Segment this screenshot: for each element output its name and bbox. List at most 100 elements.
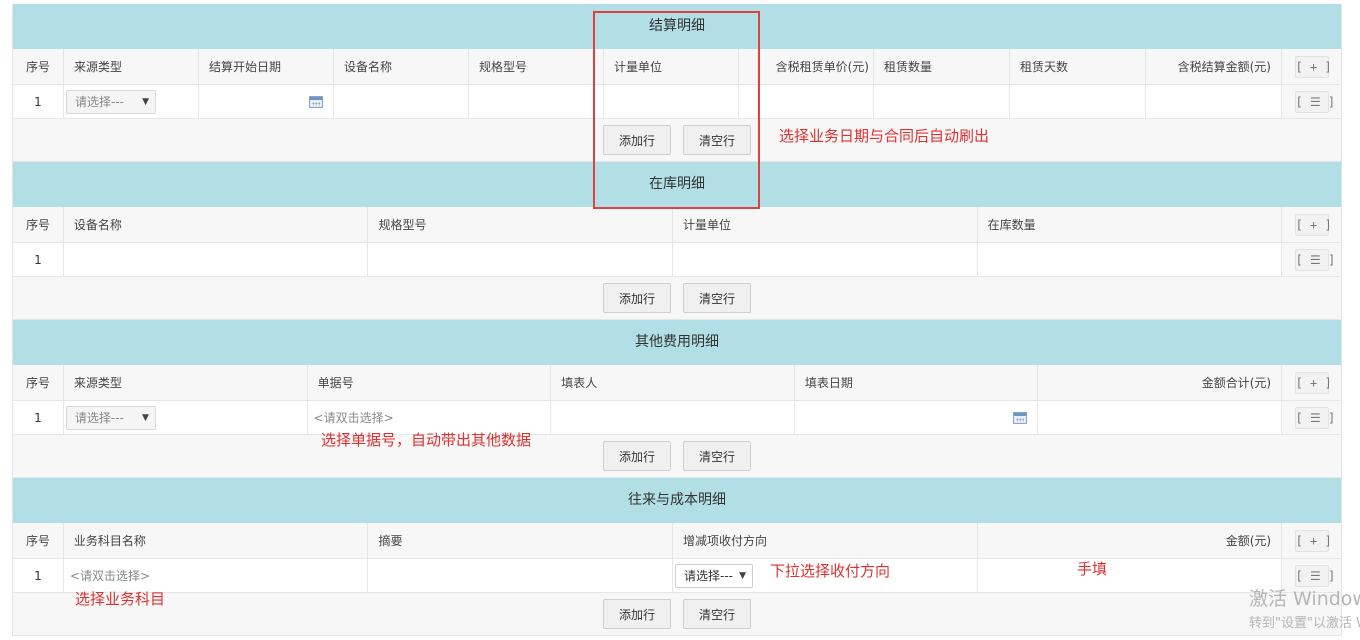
source-type-select[interactable]: 请选择--- ▼ <box>66 89 156 114</box>
col-stock-qty: 在库数量 <box>977 207 1283 243</box>
col-tools: [ + ] <box>1282 49 1341 85</box>
col-device-name: 设备名称 <box>63 207 369 243</box>
row-menu-button[interactable]: [ ☰ ] <box>1294 248 1335 271</box>
quantity-cell[interactable] <box>874 85 1010 119</box>
table-row: 1 请选择--- ▼ [ ☰ ] <box>13 85 1341 119</box>
device-name-cell[interactable] <box>334 85 469 119</box>
spec-model-cell[interactable] <box>368 243 674 277</box>
total-amount-cell[interactable] <box>1038 401 1283 435</box>
stock-button-bar: 添加行 清空行 <box>13 277 1341 320</box>
amount-cell[interactable] <box>1146 85 1282 119</box>
col-amount: 金额(元) <box>977 523 1283 559</box>
col-tools: [ + ] <box>1282 365 1342 401</box>
row-index: 1 <box>13 85 64 119</box>
spec-model-cell[interactable] <box>469 85 604 119</box>
accounts-section: 往来与成本明细 序号 业务科目名称 摘要 增减项收付方向 金额(元) [ + ]… <box>13 478 1342 636</box>
watermark-subtitle: 转到"设置"以激活 Windows。 <box>1249 616 1360 631</box>
unit-cell[interactable] <box>604 85 739 119</box>
settlement-title: 结算明细 <box>13 4 1341 49</box>
table-row: 1 [ ☰ ] <box>13 243 1342 277</box>
settlement-button-bar: 添加行 清空行 <box>13 119 1341 162</box>
accounts-button-bar: 添加行 清空行 <box>13 593 1341 636</box>
stock-qty-cell[interactable] <box>977 243 1283 277</box>
stock-title: 在库明细 <box>13 162 1341 207</box>
col-device-name: 设备名称 <box>334 49 469 85</box>
accounts-clear-row-button[interactable]: 清空行 <box>683 599 751 629</box>
source-type-cell: 请选择--- ▼ <box>64 85 199 119</box>
doc-no-placeholder: <请双击选择> <box>313 411 394 425</box>
col-total-amount: 金额合计(元) <box>1038 365 1283 401</box>
col-days: 租赁天数 <box>1010 49 1146 85</box>
col-unit-price: 含税租赁单价(元) <box>739 49 874 85</box>
table-row: 1 <请双击选择> 请选择--- ▼ [ ☰ ] <box>13 559 1341 593</box>
col-source-type: 来源类型 <box>63 365 308 401</box>
other-fees-add-row-button[interactable]: 添加行 <box>603 441 671 471</box>
settlement-add-row-button[interactable]: 添加行 <box>603 125 671 155</box>
settlement-header-row: 序号 来源类型 结算开始日期 设备名称 规格型号 计量单位 含税租赁单价(元) … <box>13 49 1341 85</box>
add-column-button[interactable]: [ + ] <box>1294 371 1332 394</box>
settlement-clear-row-button[interactable]: 清空行 <box>683 125 751 155</box>
add-column-button[interactable]: [ + ] <box>1294 529 1332 552</box>
col-index: 序号 <box>13 523 64 559</box>
col-source-type: 来源类型 <box>64 49 199 85</box>
col-spec-model: 规格型号 <box>469 49 604 85</box>
col-tools: [ + ] <box>1282 523 1342 559</box>
table-row: 1 请选择--- ▼ <请双击选择> [ ☰ ] <box>13 401 1341 435</box>
add-column-button[interactable]: [ + ] <box>1294 213 1332 236</box>
source-type-select[interactable]: 请选择--- ▼ <box>65 405 156 430</box>
col-summary: 摘要 <box>368 523 674 559</box>
col-amount: 含税结算金额(元) <box>1146 49 1282 85</box>
stock-header-row: 序号 设备名称 规格型号 计量单位 在库数量 [ + ] <box>13 207 1342 243</box>
device-name-cell[interactable] <box>63 243 369 277</box>
subject-placeholder: <请双击选择> <box>69 569 151 583</box>
row-menu-button[interactable]: [ ☰ ] <box>1294 90 1335 113</box>
amount-cell[interactable] <box>977 559 1283 593</box>
col-spec-model: 规格型号 <box>368 207 674 243</box>
filler-cell[interactable] <box>551 401 795 435</box>
col-direction: 增减项收付方向 <box>673 523 978 559</box>
doc-no-annotation: 选择单据号，自动带出其他数据 <box>321 431 532 449</box>
col-index: 序号 <box>13 49 64 85</box>
row-tools: [ ☰ ] <box>1282 85 1341 119</box>
col-unit: 计量单位 <box>673 207 978 243</box>
subject-annotation: 选择业务科目 <box>75 590 166 608</box>
row-index: 1 <box>13 559 64 593</box>
add-column-button[interactable]: [ + ] <box>1294 55 1332 78</box>
chevron-down-icon: ▼ <box>739 570 747 581</box>
col-index: 序号 <box>13 207 64 243</box>
settlement-section: 结算明细 序号 来源类型 结算开始日期 设备名称 规格型号 计量单位 含税租赁单… <box>13 4 1341 162</box>
direction-annotation: 下拉选择收付方向 <box>770 562 891 580</box>
chevron-down-icon: ▼ <box>142 412 149 423</box>
settlement-annotation: 选择业务日期与合同后自动刷出 <box>779 127 990 145</box>
col-quantity: 租赁数量 <box>874 49 1010 85</box>
col-index: 序号 <box>13 365 64 401</box>
direction-select[interactable]: 请选择--- ▼ <box>675 563 754 588</box>
col-fill-date: 填表日期 <box>794 365 1039 401</box>
row-tools: [ ☰ ] <box>1282 243 1342 277</box>
col-tools: [ + ] <box>1282 207 1342 243</box>
accounts-add-row-button[interactable]: 添加行 <box>603 599 671 629</box>
watermark-title: 激活 Windows <box>1249 588 1360 610</box>
row-menu-button[interactable]: [ ☰ ] <box>1294 406 1335 429</box>
other-fees-section: 其他费用明细 序号 来源类型 单据号 填表人 填表日期 金额合计(元) [ + … <box>13 320 1342 478</box>
stock-clear-row-button[interactable]: 清空行 <box>683 283 751 313</box>
fill-date-cell[interactable] <box>794 401 1039 435</box>
summary-cell[interactable] <box>368 559 674 593</box>
calendar-icon[interactable] <box>309 95 323 108</box>
other-fees-clear-row-button[interactable]: 清空行 <box>683 441 751 471</box>
other-fees-header-row: 序号 来源类型 单据号 填表人 填表日期 金额合计(元) [ + ] <box>13 365 1342 401</box>
calendar-icon[interactable] <box>1013 411 1028 424</box>
unit-price-cell[interactable] <box>739 85 874 119</box>
other-fees-button-bar: 添加行 清空行 <box>13 435 1341 478</box>
col-filler: 填表人 <box>551 365 795 401</box>
col-start-date: 结算开始日期 <box>199 49 334 85</box>
days-cell[interactable] <box>1010 85 1146 119</box>
other-fees-title: 其他费用明细 <box>13 320 1341 365</box>
start-date-cell[interactable] <box>199 85 334 119</box>
unit-cell[interactable] <box>673 243 978 277</box>
manual-annotation: 手填 <box>1077 560 1108 578</box>
chevron-down-icon: ▼ <box>142 96 149 107</box>
row-index: 1 <box>13 243 64 277</box>
stock-add-row-button[interactable]: 添加行 <box>603 283 671 313</box>
col-doc-no: 单据号 <box>307 365 552 401</box>
